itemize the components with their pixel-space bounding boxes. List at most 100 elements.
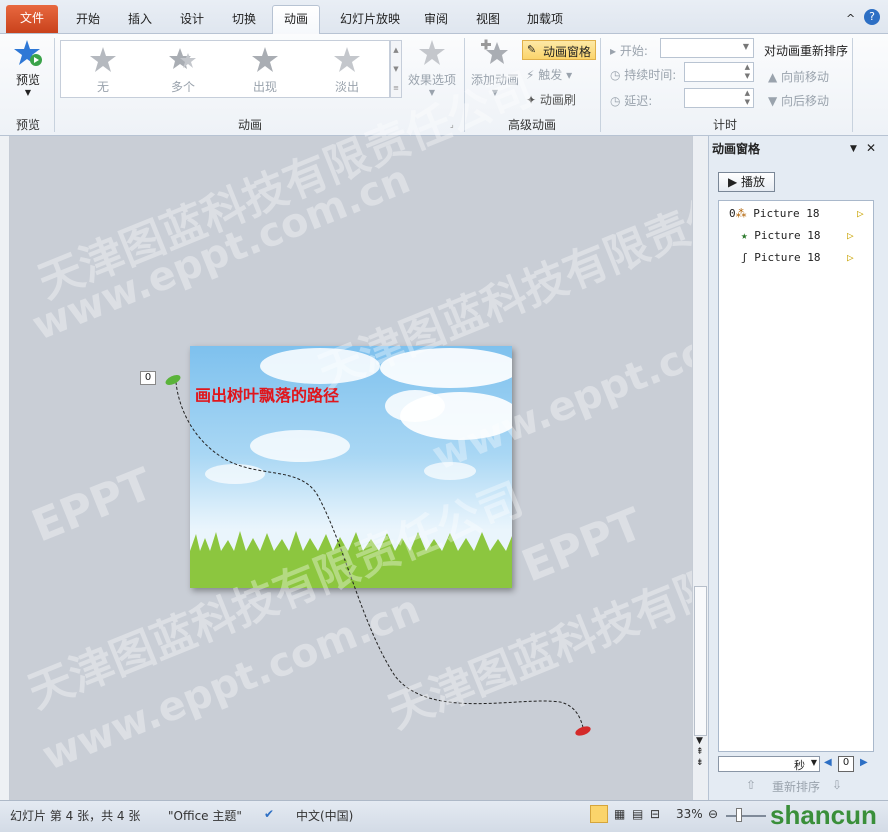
effect-star-icon bbox=[419, 40, 445, 65]
star-fade-icon bbox=[334, 47, 360, 72]
scroll-thumb[interactable] bbox=[694, 586, 707, 736]
gallery-item-label: 多个 bbox=[170, 80, 195, 94]
star-multiple-icon bbox=[169, 48, 196, 69]
chevron-right-icon[interactable]: ▷ bbox=[847, 229, 854, 242]
delay-spinner[interactable]: ▲ ▼ bbox=[684, 88, 754, 108]
play-label: 播放 bbox=[741, 175, 766, 189]
list-item[interactable]: 0⁂ Picture 18 ▷ bbox=[729, 207, 864, 220]
duration-label-text: 持续时间: bbox=[624, 68, 677, 82]
zoom-slider[interactable] bbox=[726, 815, 766, 817]
tab-addins[interactable]: 加载项 bbox=[520, 6, 570, 34]
slide-sorter-icon[interactable]: ▦ bbox=[614, 807, 625, 821]
group-label-animation: 动画 bbox=[237, 118, 262, 132]
divider bbox=[852, 38, 853, 132]
zoom-out-icon[interactable]: ⊖ bbox=[708, 807, 718, 821]
pane-dropdown-icon[interactable]: ▼ bbox=[850, 144, 857, 154]
dialog-launcher-icon[interactable]: ⌟ bbox=[450, 120, 454, 129]
zoom-level[interactable]: 33% bbox=[676, 807, 703, 821]
group-label-advanced: 高级动画 bbox=[507, 118, 556, 132]
ribbon-tab-bar: 文件 开始 插入 设计 切换 动画 幻灯片放映 审阅 视图 加载项 ^ ? bbox=[0, 0, 888, 35]
list-item[interactable]: ʃ Picture 18 ▷ bbox=[741, 251, 854, 264]
item-name: Picture 18 bbox=[753, 207, 820, 220]
item-name: Picture 18 bbox=[754, 251, 821, 264]
divider bbox=[54, 38, 55, 132]
normal-view-icon[interactable] bbox=[590, 805, 608, 823]
move-later-button[interactable]: ▼ 向后移动 bbox=[768, 92, 829, 109]
animation-gallery[interactable]: 无 多个 出现 淡出 bbox=[60, 40, 390, 98]
tab-home[interactable]: 开始 bbox=[66, 6, 110, 34]
animation-list[interactable]: 0⁂ Picture 18 ▷ ★ Picture 18 ▷ ʃ Picture… bbox=[718, 200, 874, 752]
spinner-arrows-icon: ▲ ▼ bbox=[744, 63, 750, 80]
reorder-title: 对动画重新排序 bbox=[764, 44, 849, 58]
chevron-down-icon: ▼ bbox=[428, 88, 436, 97]
chevron-down-icon: ▼ bbox=[491, 88, 499, 97]
scroll-arrows-icon[interactable]: ▼ ⇞ ⇟ bbox=[696, 736, 704, 769]
effect-options-label: 效果选项 bbox=[407, 73, 456, 87]
seconds-label: 秒 bbox=[794, 759, 805, 772]
divider bbox=[464, 38, 465, 132]
tab-animations[interactable]: 动画 bbox=[272, 5, 320, 35]
add-animation-label: 添加动画 bbox=[470, 73, 519, 87]
preview-dropdown-icon[interactable]: ▼ bbox=[8, 88, 48, 97]
pane-title: 动画窗格 bbox=[712, 142, 761, 156]
trigger-button[interactable]: ⚡ 触发 ▾ bbox=[526, 66, 572, 83]
spellcheck-icon[interactable]: ✔ bbox=[264, 807, 274, 821]
gallery-item-label: 无 bbox=[96, 80, 109, 94]
slideshow-view-icon[interactable]: ⊟ bbox=[650, 807, 660, 821]
tab-transitions[interactable]: 切换 bbox=[222, 6, 266, 34]
chevron-right-icon[interactable]: ▷ bbox=[857, 207, 864, 220]
zoom-slider-thumb[interactable] bbox=[736, 808, 742, 822]
gallery-item-multiple[interactable]: 多个 bbox=[161, 45, 205, 95]
move-earlier-button[interactable]: ▲ 向前移动 bbox=[768, 68, 829, 85]
emphasis-star-icon: ★ bbox=[741, 229, 748, 242]
seconds-dropdown[interactable]: 秒 ▼ bbox=[718, 756, 820, 772]
motion-path-icon: ʃ bbox=[741, 251, 748, 264]
tab-slideshow[interactable]: 幻灯片放映 bbox=[330, 6, 410, 34]
zoom-out-timeline-icon[interactable]: ◀ bbox=[824, 757, 832, 768]
reorder-label: 重新排序 bbox=[772, 780, 821, 794]
tab-file[interactable]: 文件 bbox=[6, 5, 58, 33]
slide-counter[interactable]: 幻灯片 第 4 张，共 4 张 bbox=[10, 807, 140, 824]
theme-name[interactable]: "Office 主题" bbox=[168, 807, 242, 824]
gallery-item-appear[interactable]: 出现 bbox=[243, 45, 287, 95]
minimize-ribbon-icon[interactable]: ^ bbox=[846, 12, 855, 25]
animation-order-tag: 0 bbox=[140, 371, 156, 385]
preview-button[interactable]: 预览 ▼ bbox=[8, 38, 48, 97]
preview-star-icon bbox=[14, 40, 42, 66]
move-down-icon[interactable]: ⇩ bbox=[832, 778, 842, 792]
close-icon[interactable]: ✕ bbox=[866, 141, 876, 155]
move-up-icon[interactable]: ⇧ bbox=[746, 778, 756, 792]
chevron-down-icon: ▼ bbox=[742, 42, 749, 51]
divider bbox=[600, 38, 601, 132]
add-animation-button[interactable]: 添加动画 ▼ bbox=[468, 38, 522, 97]
chevron-right-icon[interactable]: ▷ bbox=[847, 251, 854, 264]
effect-options-button[interactable]: 效果选项 ▼ bbox=[406, 38, 458, 97]
animation-painter-button[interactable]: ✦ 动画刷 bbox=[526, 91, 576, 108]
play-button[interactable]: ▶ 播放 bbox=[718, 172, 775, 192]
group-label-preview: 预览 bbox=[15, 118, 40, 132]
tab-view[interactable]: 视图 bbox=[468, 6, 508, 34]
trigger-icon: ⚡ bbox=[526, 68, 535, 82]
ribbon: 预览 ▼ 预览 无 多个 出现 淡出 ▲ ▼ ≡ 效果选项 ▼ 动画 ⌟ 添加动画 bbox=[0, 34, 888, 136]
reading-view-icon[interactable]: ▤ bbox=[632, 807, 643, 821]
gallery-item-label: 淡出 bbox=[334, 80, 359, 94]
duration-spinner[interactable]: ▲ ▼ bbox=[684, 62, 754, 82]
list-item[interactable]: ★ Picture 18 ▷ bbox=[741, 229, 854, 242]
tab-design[interactable]: 设计 bbox=[170, 6, 214, 34]
star-none-icon bbox=[90, 47, 116, 72]
start-select[interactable]: ▼ bbox=[660, 38, 754, 58]
zoom-in-timeline-icon[interactable]: ▶ bbox=[860, 757, 868, 768]
gallery-item-none[interactable]: 无 bbox=[81, 45, 125, 95]
animation-pane-button[interactable]: ✎ 动画窗格 bbox=[522, 40, 596, 60]
tab-review[interactable]: 审阅 bbox=[416, 6, 456, 34]
gallery-scroll[interactable]: ▲ ▼ ≡ bbox=[390, 40, 402, 98]
help-icon[interactable]: ? bbox=[864, 9, 880, 25]
chevron-down-icon: ▼ bbox=[810, 758, 817, 767]
language[interactable]: 中文(中国) bbox=[296, 807, 353, 824]
vertical-scrollbar[interactable]: ▼ ⇞ ⇟ bbox=[692, 136, 708, 800]
motion-path[interactable] bbox=[0, 136, 707, 800]
delay-label: ◷ 延迟: bbox=[610, 94, 653, 108]
gallery-item-fade[interactable]: 淡出 bbox=[325, 45, 369, 95]
tab-insert[interactable]: 插入 bbox=[118, 6, 162, 34]
item-name: Picture 18 bbox=[754, 229, 821, 242]
